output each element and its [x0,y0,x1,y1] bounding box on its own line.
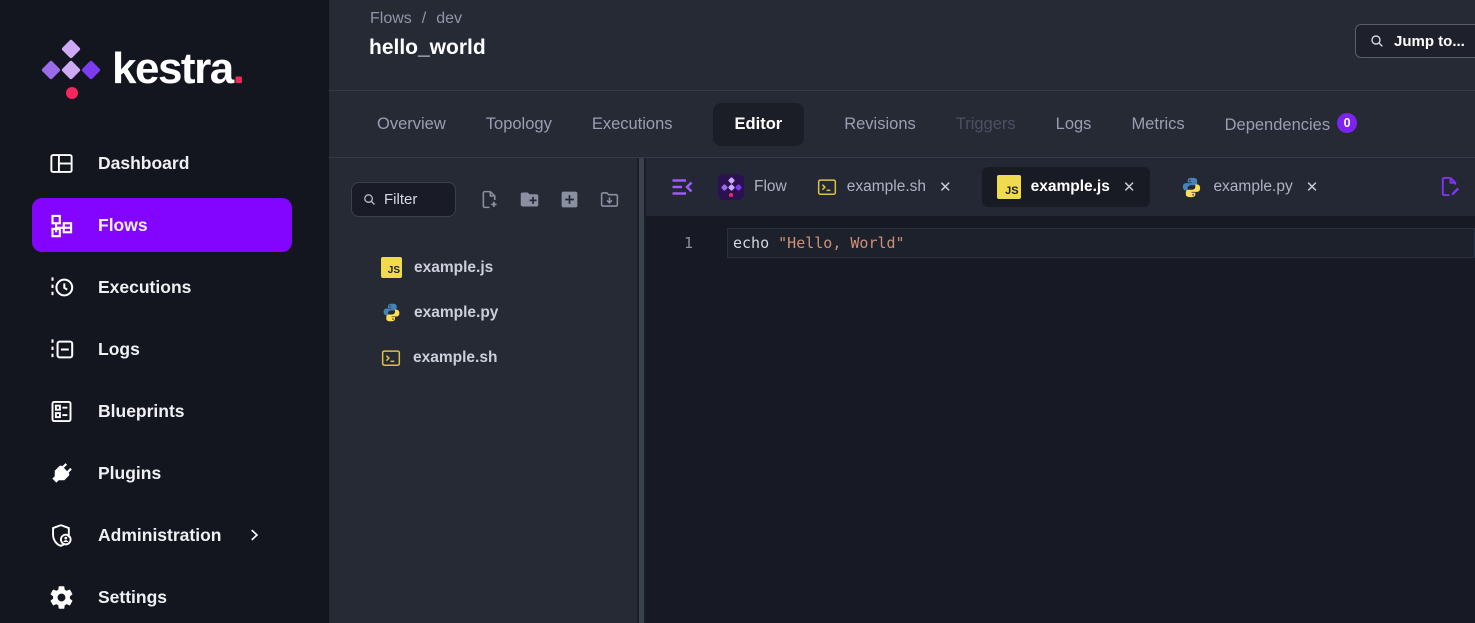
tab-metrics[interactable]: Metrics [1131,115,1184,134]
explorer-toolbar [351,182,637,217]
current-line[interactable]: echo "Hello, World" [727,228,1475,258]
breadcrumb-flows[interactable]: Flows [370,10,412,28]
editor-panel: Flow example.sh ✕ JS example.js ✕ exampl… [646,158,1475,623]
kestra-logo[interactable]: kestra. [42,38,243,100]
dashboard-icon [48,150,75,177]
import-folder-icon[interactable] [599,189,620,210]
editor-tab-example-js[interactable]: JS example.js ✕ [982,167,1151,207]
editor-tab-label: example.sh [847,178,926,196]
logs-icon [48,336,75,363]
file-edit-icon[interactable] [1438,175,1461,198]
sidebar-item-label: Administration [98,525,221,546]
chevron-right-icon [245,526,263,544]
sidebar-item-label: Executions [98,277,191,298]
python-file-icon [1180,176,1203,199]
sidebar: kestra. Dashboard Flows Executions Logs [0,0,329,623]
search-icon [362,192,377,207]
flow-tabs-row: Overview Topology Executions Editor Revi… [329,90,1475,158]
plugins-icon [48,460,75,487]
editor-tab-flow[interactable]: Flow [718,174,787,200]
jump-to-label: Jump to... [1394,33,1465,50]
file-row-example-sh[interactable]: example.sh [329,335,637,380]
kestra-flow-icon [718,174,744,200]
shell-file-icon [381,349,401,367]
tab-triggers[interactable]: Triggers [956,115,1016,134]
flows-icon [48,212,75,239]
kestra-logo-icon [42,38,100,100]
sidebar-item-label: Plugins [98,463,161,484]
close-tab-icon[interactable]: ✕ [1303,178,1319,196]
file-list: JS example.js example.py example.sh [329,245,637,380]
file-row-example-py[interactable]: example.py [329,290,637,335]
toggle-explorer-icon[interactable] [670,175,694,199]
breadcrumb-namespace[interactable]: dev [436,10,462,28]
tab-logs[interactable]: Logs [1056,115,1092,134]
tab-topology[interactable]: Topology [486,115,552,134]
code-editor[interactable]: 1 echo "Hello, World" [646,216,1475,623]
jump-to-button[interactable]: Jump to... [1355,24,1475,58]
file-name: example.sh [413,349,497,367]
sidebar-item-administration[interactable]: Administration [0,504,329,566]
close-tab-icon[interactable]: ✕ [936,178,952,196]
sidebar-item-label: Settings [98,587,167,608]
search-icon [1369,33,1385,49]
editor-tab-example-py[interactable]: example.py ✕ [1180,176,1318,199]
filter-input[interactable] [384,191,444,208]
sidebar-item-logs[interactable]: Logs [0,318,329,380]
python-file-icon [381,302,402,323]
line-number: 1 [684,234,693,252]
executions-icon [48,274,75,301]
tab-executions[interactable]: Executions [592,115,673,134]
sidebar-item-settings[interactable]: Settings [0,566,329,623]
js-file-icon: JS [997,175,1021,199]
code-line-text: echo "Hello, World" [733,234,905,252]
editor-tab-label: example.py [1213,178,1292,196]
editor-tab-example-sh[interactable]: example.sh ✕ [817,178,952,196]
sidebar-item-executions[interactable]: Executions [0,256,329,318]
new-file-icon[interactable] [479,189,500,210]
page-header: Flows / dev hello_world Jump to... [329,0,1475,90]
editor-tab-label: Flow [754,178,787,196]
sidebar-item-label: Blueprints [98,401,185,422]
file-row-example-js[interactable]: JS example.js [329,245,637,290]
close-tab-icon[interactable]: ✕ [1120,178,1136,196]
file-explorer-panel: JS example.js example.py example.sh [329,158,637,623]
new-folder-icon[interactable] [519,189,540,210]
tab-dependencies[interactable]: Dependencies0 [1225,113,1358,135]
blueprints-icon [48,398,75,425]
page-title: hello_world [369,36,486,60]
file-name: example.js [414,259,493,277]
filter-input-box[interactable] [351,182,456,217]
sidebar-item-label: Flows [98,215,148,236]
editor-tabbar: Flow example.sh ✕ JS example.js ✕ exampl… [646,158,1475,216]
breadcrumb-separator: / [422,10,426,28]
tab-editor[interactable]: Editor [713,103,805,146]
file-name: example.py [414,304,498,322]
sidebar-nav: Dashboard Flows Executions Logs Blueprin [0,132,329,623]
sidebar-item-label: Logs [98,339,140,360]
sidebar-item-plugins[interactable]: Plugins [0,442,329,504]
editor-tab-label: example.js [1031,178,1110,196]
js-file-icon: JS [381,257,402,278]
sidebar-item-dashboard[interactable]: Dashboard [0,132,329,194]
kestra-logo-text: kestra. [112,47,243,91]
settings-icon [48,584,75,611]
sidebar-item-label: Dashboard [98,153,189,174]
breadcrumb: Flows / dev [370,10,462,28]
dependencies-badge: 0 [1337,113,1357,133]
tab-overview[interactable]: Overview [377,115,446,134]
sidebar-item-flows[interactable]: Flows [32,198,292,252]
shell-file-icon [817,178,837,196]
sidebar-item-blueprints[interactable]: Blueprints [0,380,329,442]
add-box-icon[interactable] [559,189,580,210]
administration-icon [48,522,75,549]
tab-revisions[interactable]: Revisions [844,115,916,134]
panel-splitter[interactable] [637,158,646,623]
